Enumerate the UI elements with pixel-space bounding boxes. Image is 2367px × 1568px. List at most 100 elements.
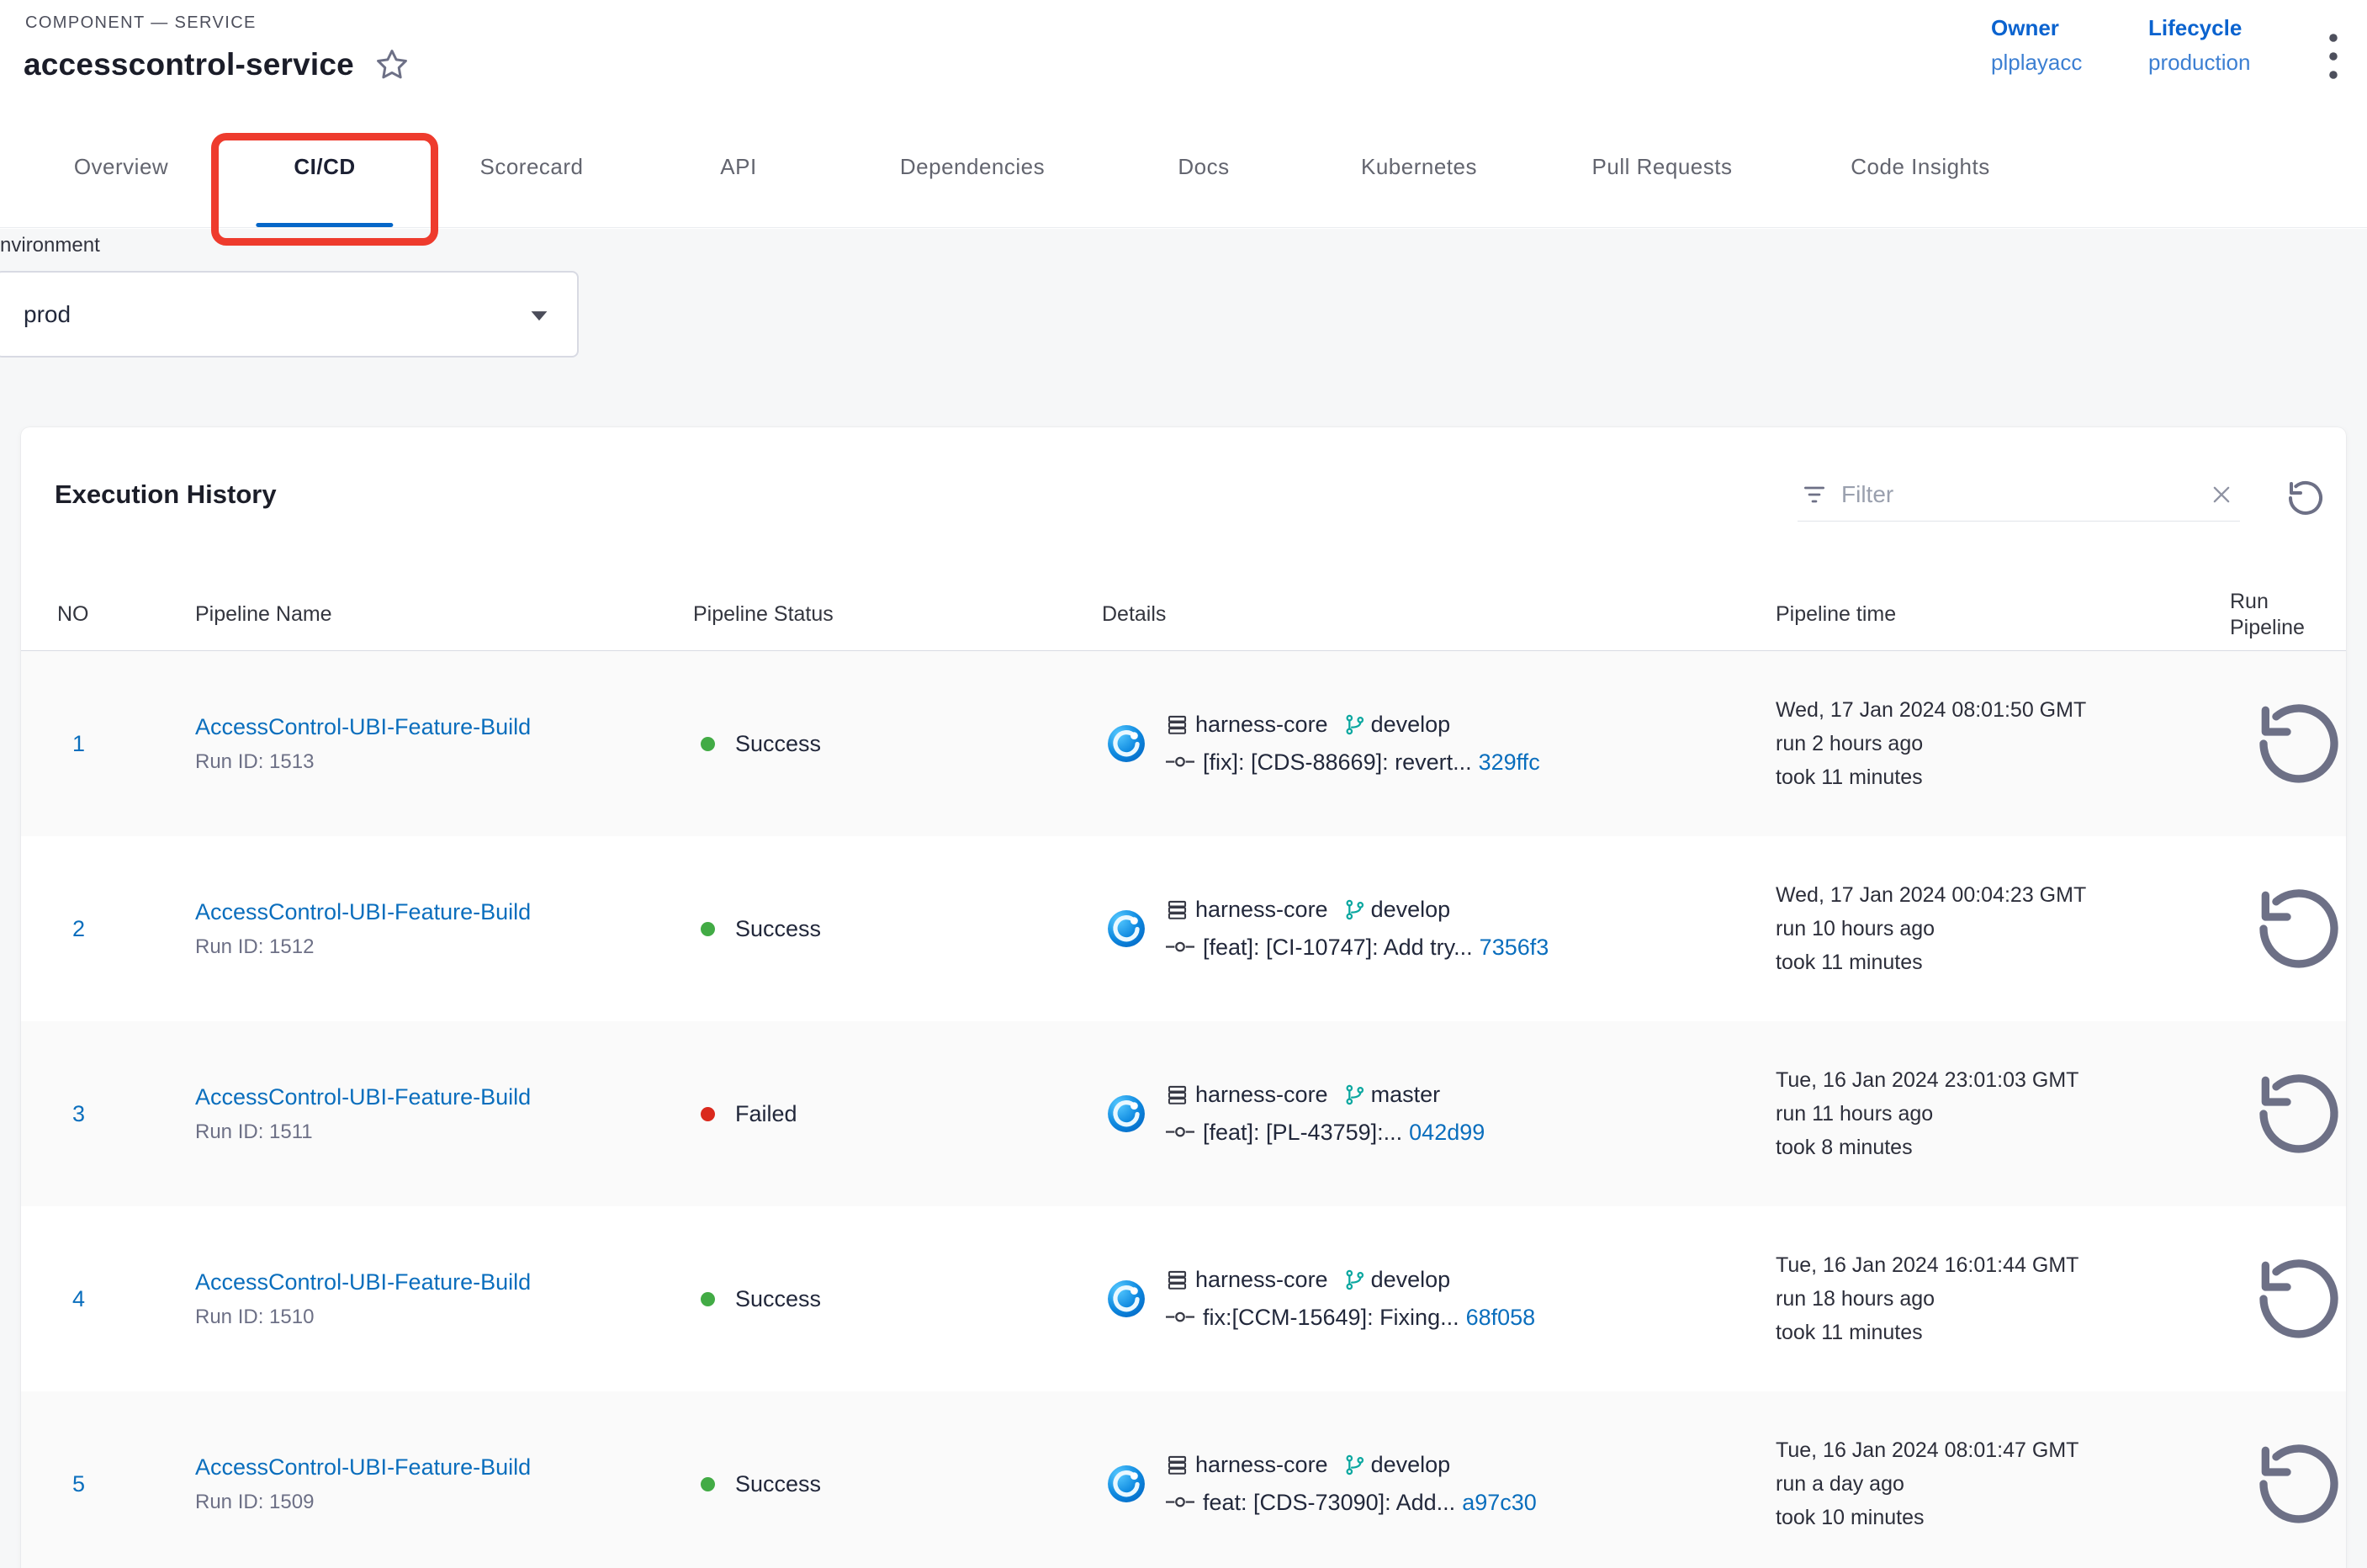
repo-name: harness-core (1195, 1267, 1328, 1293)
commit-hash-link[interactable]: 329ffc (1479, 750, 1540, 776)
pipeline-time-run: run 10 hours ago (1776, 912, 2230, 946)
commit-hash-link[interactable]: 68f058 (1466, 1305, 1536, 1331)
table-rows: 1 AccessControl-UBI-Feature-Build Run ID… (21, 651, 2346, 1568)
commit-icon (1166, 1126, 1194, 1141)
pipeline-time-took: took 11 minutes (1776, 1316, 2230, 1349)
run-pipeline-icon[interactable] (2252, 882, 2346, 976)
row-number-link[interactable]: 2 (57, 916, 195, 942)
filter-box (1798, 473, 2240, 522)
execution-history-panel: Execution History NOPipeline NamePipelin… (21, 427, 2346, 1568)
run-id: Run ID: 1512 (195, 935, 693, 959)
branch-name: develop (1371, 897, 1451, 923)
harness-pipeline-icon (1107, 1094, 1146, 1133)
pipeline-name-link[interactable]: AccessControl-UBI-Feature-Build (195, 1084, 693, 1110)
pipeline-time-run: run 18 hours ago (1776, 1282, 2230, 1316)
tab-label: Scorecard (480, 154, 584, 180)
status-text: Failed (735, 1101, 797, 1127)
commit-message: fix:[CCM-15649]: Fixing... (1203, 1305, 1459, 1331)
run-id: Run ID: 1509 (195, 1491, 693, 1514)
status-dot (701, 737, 715, 751)
run-pipeline-icon[interactable] (2252, 1437, 2346, 1531)
git-branch-icon (1343, 713, 1366, 736)
pipeline-time-date: Wed, 17 Jan 2024 08:01:50 GMT (1776, 693, 2230, 727)
kebab-menu-icon[interactable] (2315, 29, 2352, 79)
tab[interactable]: API (686, 106, 790, 227)
commit-hash-link[interactable]: 042d99 (1409, 1120, 1485, 1146)
commit-icon (1166, 940, 1194, 956)
run-pipeline-icon[interactable] (2252, 1067, 2346, 1161)
commit-hash-link[interactable]: 7356f3 (1480, 935, 1549, 961)
pipeline-time-took: took 11 minutes (1776, 760, 2230, 794)
run-id: Run ID: 1513 (195, 750, 693, 774)
filter-input[interactable] (1841, 481, 2196, 508)
branch-name: master (1371, 1082, 1441, 1108)
tab-label: Docs (1178, 154, 1229, 180)
pipeline-name-link[interactable]: AccessControl-UBI-Feature-Build (195, 1269, 693, 1295)
table-row: 1 AccessControl-UBI-Feature-Build Run ID… (21, 651, 2346, 836)
commit-icon (1166, 755, 1194, 771)
run-pipeline-icon[interactable] (2252, 697, 2346, 791)
pipeline-time-took: took 10 minutes (1776, 1501, 2230, 1534)
favorite-star-icon[interactable] (374, 47, 410, 82)
status-text: Success (735, 1286, 821, 1312)
tab[interactable]: Pull Requests (1559, 106, 1766, 227)
pipeline-name-link[interactable]: AccessControl-UBI-Feature-Build (195, 714, 693, 740)
tab-bar: Overview CI/CD Scorecard API Dependencie… (0, 106, 2367, 228)
pipeline-time: Tue, 16 Jan 2024 23:01:03 GMT run 11 hou… (1776, 1063, 2230, 1164)
panel-title: Execution History (55, 479, 277, 510)
repo-name: harness-core (1195, 1082, 1328, 1108)
pipeline-name-link[interactable]: AccessControl-UBI-Feature-Build (195, 1454, 693, 1481)
tab[interactable]: Docs (1144, 106, 1263, 227)
repository-icon (1166, 1083, 1189, 1106)
status-text: Success (735, 731, 821, 757)
row-number-link[interactable]: 3 (57, 1101, 195, 1127)
filter-icon (1801, 481, 1828, 508)
commit-message: [fix]: [CDS-88669]: revert... (1203, 750, 1472, 776)
run-id: Run ID: 1510 (195, 1306, 693, 1329)
pipeline-name-link[interactable]: AccessControl-UBI-Feature-Build (195, 899, 693, 925)
commit-hash-link[interactable]: a97c30 (1462, 1490, 1537, 1516)
table-row: 5 AccessControl-UBI-Feature-Build Run ID… (21, 1391, 2346, 1568)
branch-name: develop (1371, 712, 1451, 738)
environment-dropdown[interactable]: prod (0, 271, 579, 358)
git-branch-icon (1343, 898, 1366, 921)
status-dot (701, 922, 715, 936)
column-header: Pipeline time (1776, 602, 2230, 627)
pipeline-time-run: run a day ago (1776, 1467, 2230, 1501)
repo-name: harness-core (1195, 897, 1328, 923)
owner-value-link[interactable]: plplayacc (1991, 50, 2082, 76)
repository-icon (1166, 898, 1189, 921)
pipeline-time-date: Wed, 17 Jan 2024 00:04:23 GMT (1776, 878, 2230, 912)
tab[interactable]: Scorecard (447, 106, 617, 227)
tab[interactable]: Kubernetes (1327, 106, 1511, 227)
tab[interactable]: Code Insights (1817, 106, 2023, 227)
commit-message: [feat]: [CI-10747]: Add try... (1203, 935, 1473, 961)
commit-message: feat: [CDS-73090]: Add... (1203, 1490, 1455, 1516)
harness-pipeline-icon (1107, 1465, 1146, 1503)
git-branch-icon (1343, 1269, 1366, 1291)
column-header: Details (1102, 602, 1776, 627)
row-number-link[interactable]: 1 (57, 731, 195, 757)
tab-label: API (720, 154, 756, 180)
clear-filter-icon[interactable] (2210, 483, 2233, 506)
lifecycle-value: production (2148, 50, 2250, 76)
pipeline-time-date: Tue, 16 Jan 2024 08:01:47 GMT (1776, 1433, 2230, 1467)
run-pipeline-icon[interactable] (2252, 1252, 2346, 1346)
repo-name: harness-core (1195, 712, 1328, 738)
commit-message: [feat]: [PL-43759]:... (1203, 1120, 1402, 1146)
row-number-link[interactable]: 5 (57, 1471, 195, 1497)
tab[interactable]: Dependencies (866, 106, 1078, 227)
row-number-link[interactable]: 4 (57, 1286, 195, 1312)
harness-pipeline-icon (1107, 724, 1146, 763)
pipeline-time-took: took 8 minutes (1776, 1131, 2230, 1164)
tab[interactable]: CI/CD (247, 106, 401, 227)
tab-label: Dependencies (900, 154, 1045, 180)
harness-pipeline-icon (1107, 909, 1146, 948)
table-row: 3 AccessControl-UBI-Feature-Build Run ID… (21, 1021, 2346, 1206)
tab-label: Pull Requests (1592, 154, 1733, 180)
git-branch-icon (1343, 1083, 1366, 1106)
tab[interactable]: Overview (40, 106, 202, 227)
column-header: Run Pipeline (2230, 589, 2339, 641)
repository-icon (1166, 713, 1189, 736)
refresh-icon[interactable] (2285, 478, 2326, 518)
